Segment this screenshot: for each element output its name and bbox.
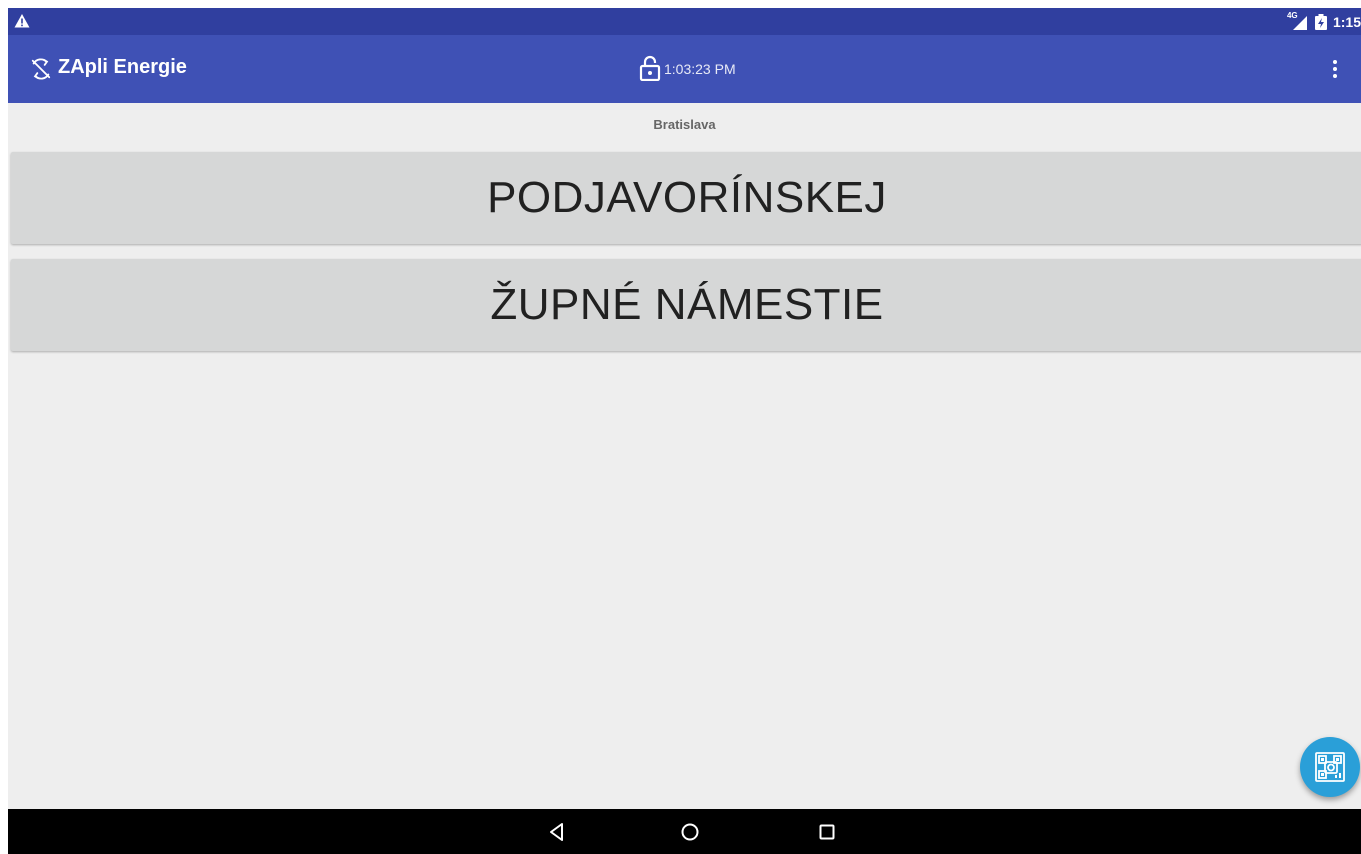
signal-icon: 4G — [1287, 11, 1309, 30]
app-title: ZApli Energie — [58, 56, 187, 78]
location-button-zupne-namestie[interactable]: ŽUPNÉ NÁMESTIE — [11, 259, 1361, 351]
clock-text: 1:03:23 PM — [664, 61, 736, 77]
location-button-podjavorinskej[interactable]: PODJAVORÍNSKEJ — [11, 152, 1361, 244]
battery-charging-icon — [1314, 14, 1327, 30]
screen: 4G 1:15 ZApli Energie 1:03:23 PM Bratisl… — [8, 8, 1361, 854]
lock-open-icon[interactable] — [639, 55, 661, 81]
city-label: Bratislava — [653, 117, 716, 132]
navigation-bar — [8, 809, 1361, 854]
status-time: 1:15 — [1332, 14, 1361, 30]
status-bar: 4G 1:15 — [8, 8, 1361, 35]
status-icons: 4G 1:15 — [1287, 11, 1361, 32]
qr-scan-button[interactable] — [1300, 737, 1360, 797]
home-icon[interactable] — [677, 819, 703, 845]
recents-icon[interactable] — [814, 819, 840, 845]
location-button-label: ŽUPNÉ NÁMESTIE — [490, 280, 884, 329]
qr-scan-icon — [1315, 752, 1345, 782]
warning-icon — [14, 14, 30, 28]
location-button-label: PODJAVORÍNSKEJ — [487, 173, 887, 222]
app-bar: ZApli Energie 1:03:23 PM — [8, 35, 1361, 103]
more-vert-icon[interactable] — [1323, 55, 1347, 83]
back-icon[interactable] — [544, 819, 570, 845]
sync-disabled-icon — [31, 58, 51, 80]
